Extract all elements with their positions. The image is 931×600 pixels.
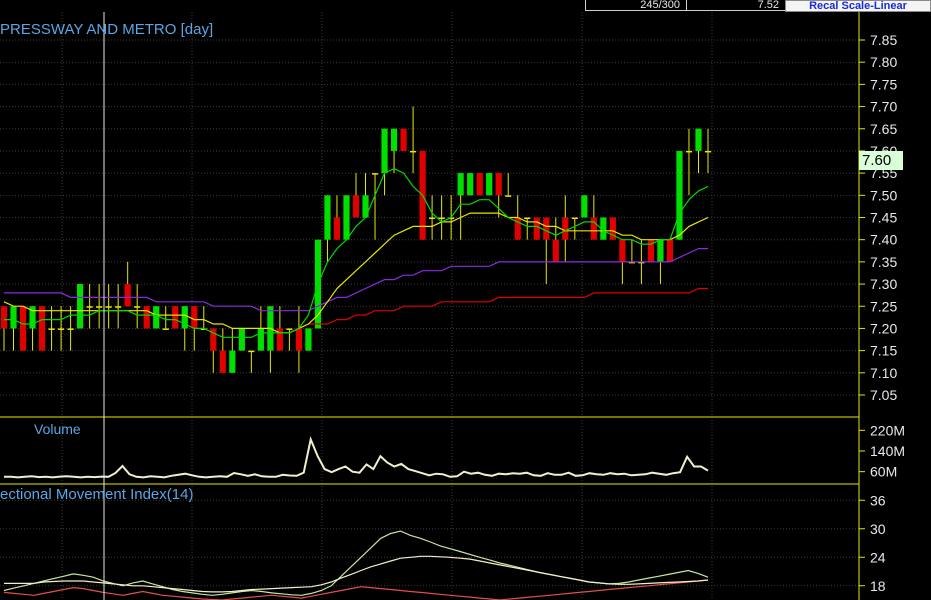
candle-body [229, 350, 236, 373]
candle-body [77, 284, 84, 329]
candle-body [172, 306, 179, 329]
dmi-tick-label: 30 [870, 521, 886, 537]
candle-body [343, 195, 350, 240]
candle-body [67, 328, 74, 330]
candle-body [543, 217, 550, 240]
candle-body [590, 217, 597, 240]
ma-long1-line [4, 248, 708, 312]
price-tick-label: 7.80 [870, 54, 897, 70]
volume-panel[interactable] [4, 436, 709, 479]
candle-body [704, 150, 712, 153]
candle-body [143, 306, 150, 329]
dmi-axis-ticks: 36 30 24 18 [859, 492, 886, 594]
price-tick-label: 7.70 [870, 99, 897, 115]
candle-body [657, 239, 664, 262]
candle-body [115, 306, 122, 308]
candle-body [666, 239, 674, 262]
candle-body [162, 328, 169, 330]
price-tick-label: 7.65 [870, 121, 897, 137]
candle-body [533, 217, 540, 240]
candle-body [495, 173, 502, 196]
dmi-tick-label: 36 [870, 492, 886, 508]
candle-body [486, 173, 493, 196]
chart-window: 245/300 7.52 Recal Scale-Linear PRESSWAY… [0, 0, 931, 600]
dmi-plus-line [3, 530, 709, 596]
candle-body [524, 217, 531, 219]
price-tick-label: 7.40 [870, 232, 897, 248]
price-tick-label: 7.75 [870, 76, 897, 92]
candle-body [685, 150, 693, 153]
candle-body [581, 195, 588, 218]
candle-body [695, 128, 702, 151]
candle-body [19, 306, 27, 351]
chart-canvas[interactable]: PRESSWAY AND METRO [day] Volume ectional… [0, 0, 931, 600]
volume-panel-title: Volume [34, 421, 81, 437]
candle-body [191, 306, 198, 329]
candle-body [105, 306, 112, 308]
candle-body [362, 195, 369, 218]
volume-tick-label: 140M [870, 443, 905, 459]
price-panel-title: PRESSWAY AND METRO [day] [0, 21, 213, 38]
volume-axis-ticks: 220M 140M 60M [859, 422, 905, 480]
candle-body [257, 328, 264, 351]
candle-body [400, 128, 407, 151]
candle-body [295, 328, 303, 351]
candle-body [324, 195, 331, 240]
candle-body [57, 328, 65, 330]
candle-body [96, 306, 103, 308]
candle-body [238, 328, 245, 351]
candle-body [352, 195, 360, 218]
candle-body [0, 306, 8, 329]
candle-body [48, 328, 55, 330]
candle-body [571, 217, 578, 219]
price-tick-label: 7.35 [870, 254, 897, 270]
candle-body [86, 306, 93, 308]
candle-body [552, 239, 559, 262]
candle-body [305, 328, 312, 351]
volume-tick-label: 60M [870, 464, 897, 480]
price-tick-label: 7.20 [870, 320, 897, 336]
price-tick-label: 7.25 [870, 298, 897, 314]
dmi-tick-label: 24 [870, 549, 886, 565]
candle-body [153, 306, 160, 329]
candle-body [409, 150, 417, 153]
candle-body [676, 150, 683, 240]
candle-body [457, 173, 464, 196]
price-panel[interactable] [0, 106, 712, 373]
candle-body [390, 128, 398, 151]
candle-body [134, 306, 141, 308]
candle-body [619, 239, 626, 262]
candle-body [467, 173, 474, 196]
price-tick-label: 7.15 [870, 343, 897, 359]
price-tick-label: 7.85 [870, 32, 897, 48]
candle-body [429, 217, 436, 219]
volume-tick-label: 220M [870, 422, 905, 438]
price-tick-label: 7.50 [870, 187, 897, 203]
candle-body [562, 217, 569, 240]
price-tick-label: 7.10 [870, 365, 897, 381]
price-tick-label: 7.05 [870, 387, 897, 403]
candle-body [124, 284, 131, 307]
price-axis-ticks: 7.05 7.10 7.15 7.20 7.25 7.30 7.35 7.40 7.45 7.50… [859, 32, 897, 403]
candle-body [38, 306, 46, 351]
candle-body [286, 328, 293, 330]
volume-line [4, 436, 709, 479]
candle-body [10, 306, 17, 329]
candle-body [505, 195, 512, 197]
candle-body [476, 173, 483, 196]
candle-body [219, 350, 226, 373]
current-price-label: 7.60 [859, 151, 903, 170]
dmi-panel[interactable] [3, 530, 709, 600]
dmi-tick-label: 18 [870, 578, 886, 594]
candle-body [381, 128, 388, 174]
candle-body [333, 217, 341, 240]
price-tick-label: 7.30 [870, 276, 897, 292]
candle-body [438, 217, 445, 219]
price-tick-label: 7.45 [870, 210, 897, 226]
candle-body [371, 173, 379, 175]
candle-body [248, 350, 255, 353]
dmi-panel-title: ectional Movement Index(14) [0, 486, 193, 503]
